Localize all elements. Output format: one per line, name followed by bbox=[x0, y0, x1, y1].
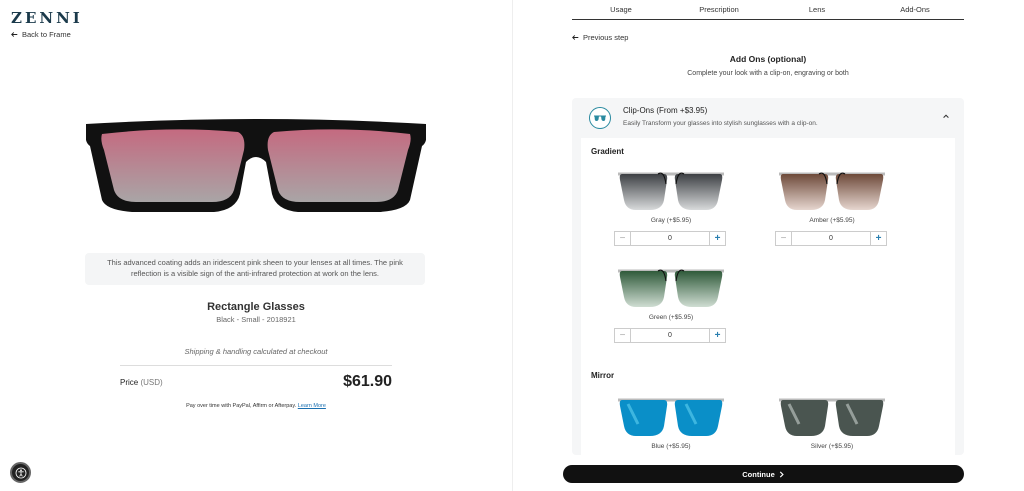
quantity-stepper: − 0 + bbox=[614, 231, 726, 246]
option-label: Blue (+$5.95) bbox=[651, 443, 691, 450]
option-label: Silver (+$5.95) bbox=[810, 443, 854, 450]
brand-logo[interactable]: ZENNI bbox=[11, 9, 83, 27]
glasses-preview-image bbox=[86, 119, 426, 212]
quantity-stepper: − 0 + bbox=[775, 231, 887, 246]
clip-ons-panel: Clip-Ons (From +$3.95) Easily Transform … bbox=[572, 98, 964, 455]
option-label: Amber (+$5.95) bbox=[809, 217, 855, 224]
coating-description: This advanced coating adds an iridescent… bbox=[85, 253, 425, 285]
group-title-mirror: Mirror bbox=[591, 371, 615, 380]
option-label: Gray (+$5.95) bbox=[650, 217, 692, 224]
sunglasses-icon bbox=[589, 107, 611, 129]
tab-lens[interactable]: Lens bbox=[768, 0, 866, 19]
arrow-left-icon bbox=[11, 32, 18, 37]
pay-over-time-note: Pay over time with PayPal, Affirm or Aft… bbox=[186, 403, 326, 409]
arrow-left-icon bbox=[572, 35, 579, 40]
product-title: Rectangle Glasses bbox=[207, 301, 305, 313]
tab-usage[interactable]: Usage bbox=[572, 0, 670, 19]
add-ons-subtitle: Complete your look with a clip-on, engra… bbox=[687, 70, 849, 77]
quantity-value[interactable]: 0 bbox=[630, 329, 710, 342]
product-subtitle: Black - Small - 2018921 bbox=[216, 315, 296, 324]
option-label: Green (+$5.95) bbox=[648, 314, 694, 321]
clip-ons-description: Easily Transform your glasses into styli… bbox=[623, 120, 818, 127]
clip-ons-title: Clip-Ons (From +$3.95) bbox=[623, 106, 708, 115]
clip-on-option-gray: Gray (+$5.95) − 0 + bbox=[614, 166, 728, 246]
continue-button[interactable]: Continue bbox=[563, 465, 964, 483]
back-label: Back to Frame bbox=[22, 30, 71, 39]
decrement-button[interactable]: − bbox=[776, 232, 791, 245]
increment-button[interactable]: + bbox=[871, 232, 886, 245]
chevron-up-icon[interactable] bbox=[942, 112, 950, 120]
step-tabs: Usage Prescription Lens Add-Ons bbox=[572, 0, 964, 20]
chevron-right-icon bbox=[779, 470, 784, 478]
tab-add-ons[interactable]: Add-Ons bbox=[866, 0, 964, 19]
clip-on-option-blue: Blue (+$5.95) bbox=[614, 392, 728, 450]
increment-button[interactable]: + bbox=[710, 232, 725, 245]
accessibility-button[interactable] bbox=[10, 462, 31, 483]
clip-on-image-gray[interactable] bbox=[614, 166, 728, 214]
previous-step-link[interactable]: Previous step bbox=[572, 33, 628, 42]
clip-on-option-amber: Amber (+$5.95) − 0 + bbox=[775, 166, 889, 246]
back-to-frame-link[interactable]: Back to Frame bbox=[11, 30, 71, 39]
tab-prescription[interactable]: Prescription bbox=[670, 0, 768, 19]
divider bbox=[120, 365, 392, 366]
clip-on-image-silver[interactable] bbox=[775, 392, 889, 440]
options-pane: Usage Prescription Lens Add-Ons Previous… bbox=[513, 0, 1024, 491]
quantity-value[interactable]: 0 bbox=[791, 232, 871, 245]
group-title-gradient: Gradient bbox=[591, 147, 624, 156]
quantity-value[interactable]: 0 bbox=[630, 232, 710, 245]
clip-ons-options: Gradient Gray (+$5.95) − 0 + Amber (+$5.… bbox=[581, 138, 955, 455]
accessibility-icon bbox=[15, 467, 26, 478]
shipping-note: Shipping & handling calculated at checko… bbox=[184, 347, 328, 356]
price-label: Price (USD) bbox=[120, 378, 163, 387]
clip-on-image-blue[interactable] bbox=[614, 392, 728, 440]
product-preview-pane: ZENNI Back to Frame This advanced coatin… bbox=[0, 0, 512, 491]
decrement-button[interactable]: − bbox=[615, 232, 630, 245]
increment-button[interactable]: + bbox=[710, 329, 725, 342]
price-value: $61.90 bbox=[343, 373, 392, 390]
continue-label: Continue bbox=[742, 469, 775, 479]
decrement-button[interactable]: − bbox=[615, 329, 630, 342]
previous-step-label: Previous step bbox=[583, 33, 629, 42]
add-ons-title: Add Ons (optional) bbox=[729, 54, 807, 64]
clip-on-image-amber[interactable] bbox=[775, 166, 889, 214]
clip-on-option-green: Green (+$5.95) − 0 + bbox=[614, 263, 728, 343]
learn-more-link[interactable]: Learn More bbox=[298, 403, 326, 409]
quantity-stepper: − 0 + bbox=[614, 328, 726, 343]
clip-on-image-green[interactable] bbox=[614, 263, 728, 311]
clip-on-option-silver: Silver (+$5.95) bbox=[775, 392, 889, 450]
clip-ons-header[interactable]: Clip-Ons (From +$3.95) Easily Transform … bbox=[572, 98, 964, 138]
